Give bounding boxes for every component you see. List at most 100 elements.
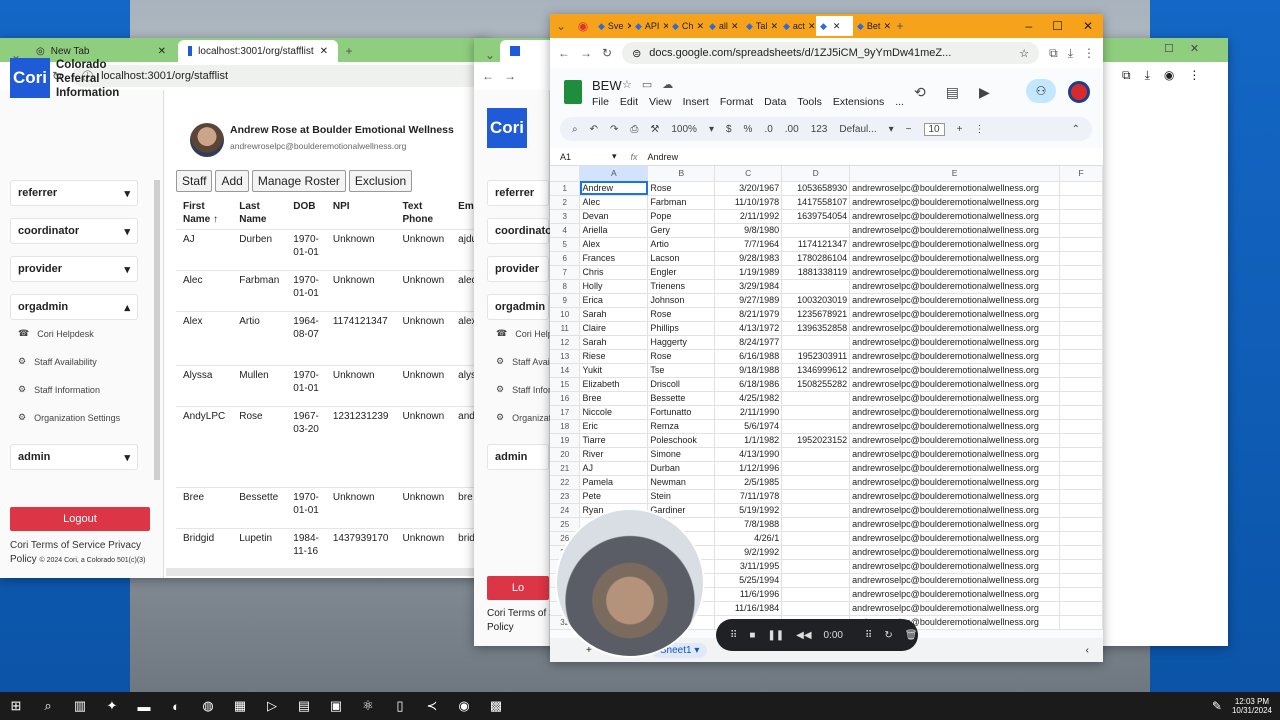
windows-start-icon[interactable]: ⊞ (0, 692, 32, 720)
sheet-cell[interactable]: andrewroselpc@boulderemotionalwellness.o… (849, 391, 1061, 406)
sheet-cell[interactable] (781, 461, 851, 476)
sheet-cell[interactable]: andrewroselpc@boulderemotionalwellness.o… (849, 573, 1061, 588)
sheet-cell[interactable]: andrewroselpc@boulderemotionalwellness.o… (849, 503, 1061, 518)
menu-referrer[interactable]: referrer ▾ (10, 180, 138, 206)
sheet-cell[interactable]: Rose (647, 307, 716, 322)
horizontal-scrollbar[interactable] (166, 568, 474, 576)
sheet-cell[interactable]: Tse (647, 363, 716, 378)
middle-cori-logo[interactable]: Cori (487, 108, 527, 148)
sheet-cell[interactable]: andrewroselpc@boulderemotionalwellness.o… (849, 293, 1061, 308)
manage-roster-button[interactable]: Manage Roster (251, 170, 346, 192)
sheet-cell[interactable] (1059, 489, 1103, 504)
sheets-logo-icon[interactable] (564, 80, 582, 104)
decrease-decimal-button[interactable]: .0 (764, 124, 772, 135)
sheet-cell[interactable]: Bree (579, 391, 649, 406)
sheet-cell[interactable] (781, 559, 851, 574)
sheet-cell[interactable]: andrewroselpc@boulderemotionalwellness.o… (849, 559, 1061, 574)
row-number[interactable]: 7 (550, 265, 581, 280)
app-icon[interactable]: ◍ (192, 692, 224, 720)
sheet-cell[interactable]: andrewroselpc@boulderemotionalwellness.o… (849, 601, 1061, 616)
middle-menu-provider[interactable]: provider (487, 256, 549, 282)
sheet-cell[interactable] (1059, 209, 1103, 224)
browser-tab[interactable]: ◆ act ✕ (779, 16, 816, 36)
sheet-cell[interactable]: 5/25/1994 (714, 573, 783, 588)
row-number[interactable]: 1 (550, 181, 581, 196)
forward-icon[interactable]: → (504, 69, 516, 83)
stop-icon[interactable]: ■ (749, 630, 755, 641)
sheet-cell[interactable]: Eric (579, 419, 649, 434)
sheet-cell[interactable]: Riese (579, 349, 649, 364)
new-tab-icon[interactable]: + (340, 40, 358, 62)
sheet-cell[interactable] (781, 503, 851, 518)
table-row[interactable]: AlexArtio1964-08-071174121347Unknownalex (176, 311, 474, 366)
bookmark-star-icon[interactable]: ☆ (1019, 47, 1029, 60)
menu-item[interactable]: ... (895, 96, 904, 108)
extensions-icon[interactable]: ⧉ (1049, 46, 1058, 61)
sheet-cell[interactable] (781, 517, 851, 532)
sheet-cell[interactable]: Claire (579, 321, 649, 336)
search-icon[interactable]: ⌕ (32, 692, 64, 720)
sheet-cell[interactable]: 5/6/1974 (714, 419, 783, 434)
sheet-cell[interactable]: Erica (579, 293, 649, 308)
sheet-cell[interactable]: andrewroselpc@boulderemotionalwellness.o… (849, 545, 1061, 560)
middle-submenu-availability[interactable]: ⚙ Staff Avail (496, 356, 552, 367)
cori-logo[interactable]: Cori (10, 58, 50, 98)
clock[interactable]: 12:03 PM 10/31/2024 (1232, 697, 1272, 715)
sheets-taskbar-icon[interactable]: ▩ (480, 692, 512, 720)
sheet-cell[interactable] (1059, 461, 1103, 476)
tab-stafflist[interactable]: localhost:3001/org/stafflist ✕ (178, 40, 338, 62)
sheet-cell[interactable]: 1174121347 (781, 237, 851, 252)
menu-item[interactable]: Format (720, 96, 753, 108)
column-header[interactable]: F (1059, 166, 1103, 182)
browser-tab[interactable]: ◆ Ch ✕ (668, 16, 705, 36)
rewind-icon[interactable]: ◀◀ (796, 630, 811, 641)
sheet-cell[interactable]: 3/11/1995 (714, 559, 783, 574)
sheet-cell[interactable] (1059, 559, 1103, 574)
sheet-cell[interactable]: 11/6/1996 (714, 587, 783, 602)
sheet-cell[interactable]: Pamela (579, 475, 649, 490)
sheet-cell[interactable]: Gery (647, 223, 716, 238)
row-number[interactable]: 13 (550, 349, 581, 364)
font-size-increase-icon[interactable]: + (957, 124, 963, 135)
sheet-cell[interactable]: Ariella (579, 223, 649, 238)
menu-coordinator[interactable]: coordinator ▾ (10, 218, 138, 244)
sheet-cell[interactable] (1059, 531, 1103, 546)
bing-icon[interactable]: ▷ (256, 692, 288, 720)
row-number[interactable]: 17 (550, 405, 581, 420)
sheet-cell[interactable] (781, 545, 851, 560)
sheet-cell[interactable]: 11/10/1978 (714, 195, 783, 210)
sheet-cell[interactable]: Sarah (579, 307, 649, 322)
more-dots-icon[interactable]: ⋮ (974, 124, 984, 135)
chevron-left-icon[interactable]: ‹ (1086, 645, 1089, 656)
sheet-cell[interactable]: AJ (579, 461, 649, 476)
sheet-cell[interactable]: 4/13/1990 (714, 447, 783, 462)
submenu-staff-information[interactable]: ⚙ Staff Information (18, 384, 100, 395)
share-icon[interactable]: ⚇ (1026, 79, 1056, 103)
sheet-cell[interactable]: Elizabeth (579, 377, 649, 392)
name-box[interactable]: A1 (550, 152, 612, 162)
row-number[interactable]: 24 (550, 503, 581, 518)
extensions-icon[interactable]: ⧉ (1122, 68, 1131, 83)
pause-icon[interactable]: ❚❚ (767, 630, 784, 641)
middle-logout-button[interactable]: Lo (487, 576, 549, 600)
sheet-cell[interactable]: 1/19/1989 (714, 265, 783, 280)
download-icon[interactable]: ⤓ (1068, 46, 1073, 61)
sheet-cell[interactable] (781, 335, 851, 350)
sheet-cell[interactable]: 4/13/1972 (714, 321, 783, 336)
menu-dots-icon[interactable]: ⋮ (1188, 68, 1200, 83)
table-row[interactable]: AndyLPC Rose 1967-03-20 1231231239 Unknown an… (176, 406, 474, 488)
table-row[interactable]: Bridgid Lupetin 1984-11-16 1437939170 Unknow… (176, 528, 474, 568)
sidebar-scrollbar[interactable] (154, 180, 160, 480)
tab-search-icon[interactable]: ⌄ (482, 48, 498, 62)
sheet-cell[interactable]: 9/2/1992 (714, 545, 783, 560)
sheet-cell[interactable]: Pope (647, 209, 716, 224)
sheet-cell[interactable] (1059, 587, 1103, 602)
menu-dots-icon[interactable]: ⋮ (1083, 46, 1095, 60)
browser-tab[interactable]: ◆ Sve ✕ (594, 16, 631, 36)
table-row[interactable]: AlecFarbman1970-01-01UnknownUnknownalec (176, 270, 474, 312)
print-icon[interactable]: ⎙ (630, 124, 638, 135)
column-header[interactable]: D (781, 166, 851, 182)
sheet-cell[interactable]: 9/8/1980 (714, 223, 783, 238)
sheet-cell[interactable]: Newman (647, 475, 716, 490)
sheet-cell[interactable]: andrewroselpc@boulderemotionalwellness.o… (849, 517, 1061, 532)
